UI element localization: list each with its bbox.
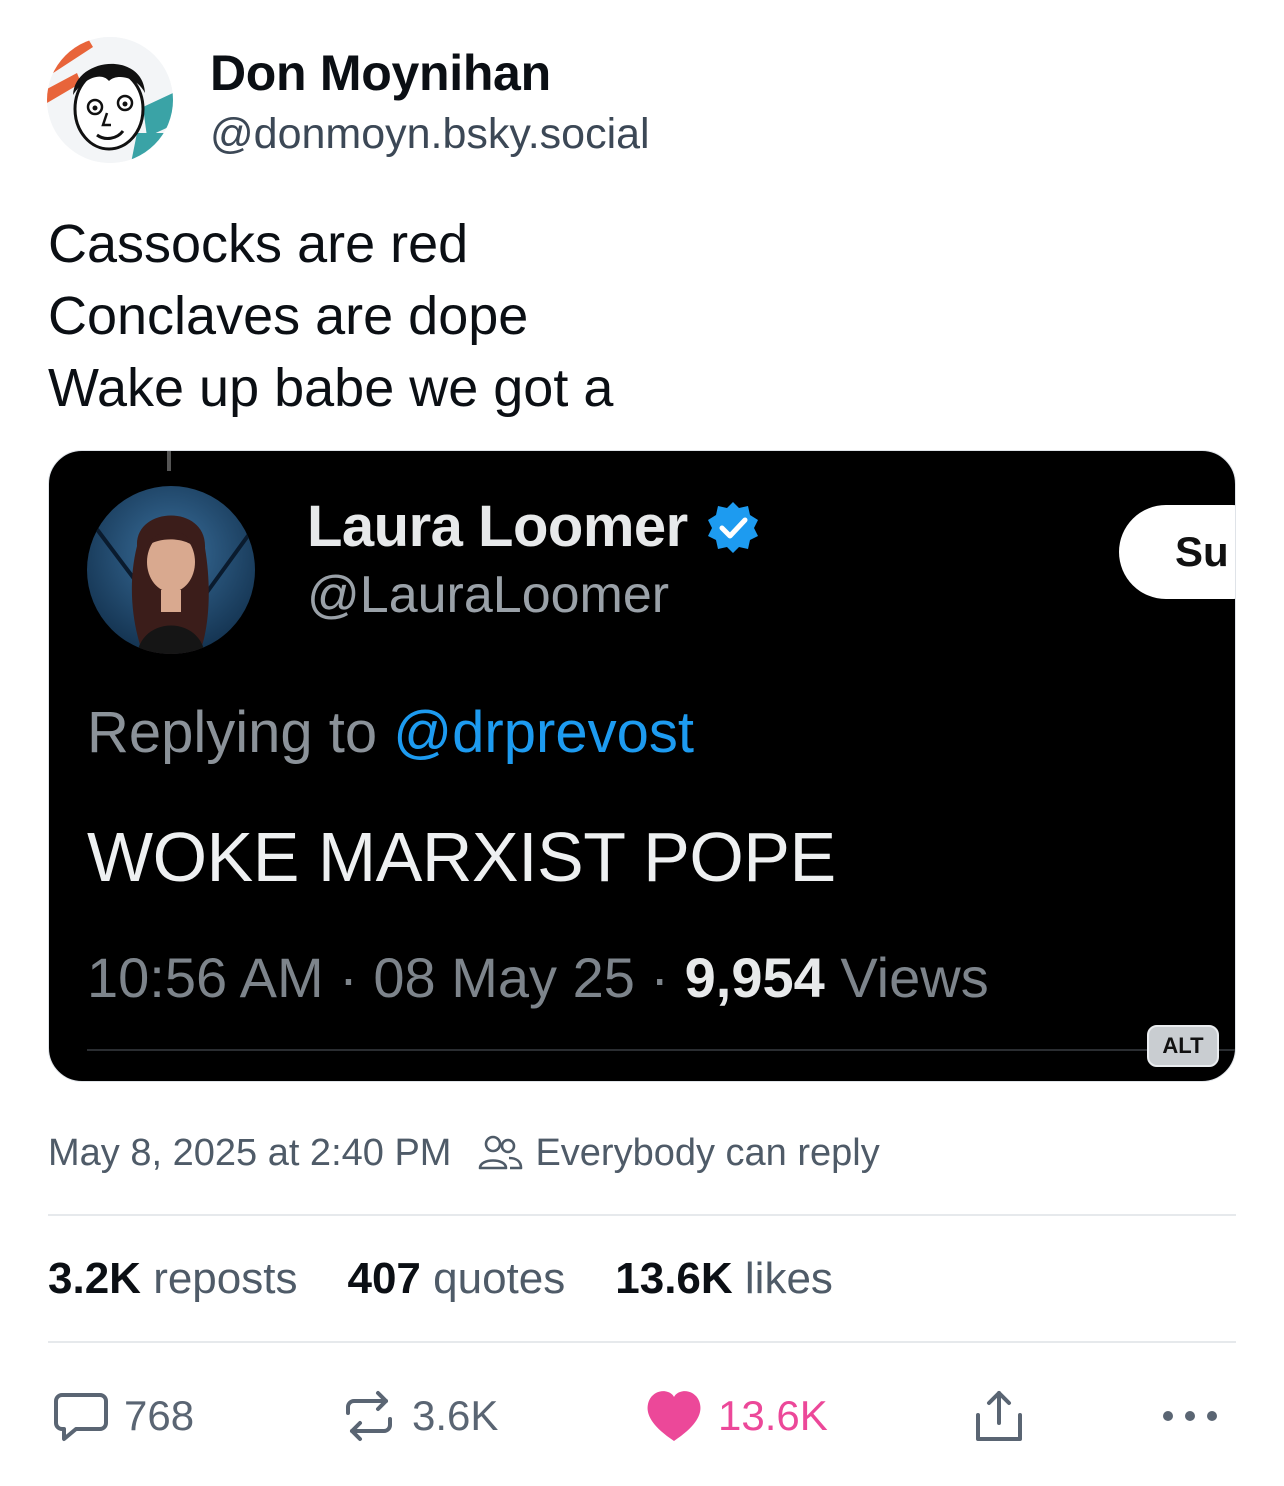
divider: [48, 1341, 1236, 1343]
quotes-label: quotes: [433, 1254, 566, 1303]
reposts-count: 3.2K: [48, 1254, 141, 1303]
embed-avatar: [87, 486, 255, 654]
like-button[interactable]: 13.6K: [644, 1380, 828, 1452]
repost-icon: [346, 1391, 392, 1441]
embed-author-name: Laura Loomer: [307, 493, 760, 560]
embed-views-label: Views: [824, 946, 989, 1009]
post-timestamp-row: May 8, 2025 at 2:40 PM Everybody can rep…: [48, 1130, 880, 1176]
embed-reply-mention: @drprevost: [393, 700, 694, 765]
embed-replying-to: Replying to @drprevost: [87, 699, 694, 766]
reposts-label: reposts: [153, 1254, 298, 1303]
post-page: Don Moynihan @donmoyn.bsky.social Cassoc…: [0, 0, 1284, 1486]
quotes-stat[interactable]: 407 quotes: [347, 1254, 565, 1304]
author-handle[interactable]: @donmoyn.bsky.social: [210, 110, 650, 159]
divider: [48, 1214, 1236, 1216]
embed-author-handle: @LauraLoomer: [307, 566, 670, 624]
reply-button[interactable]: 768: [52, 1380, 194, 1452]
repost-count: 3.6K: [412, 1392, 499, 1439]
embed-reply-prefix: Replying to: [87, 700, 394, 765]
share-icon: [976, 1391, 1022, 1441]
alt-text-button[interactable]: ALT: [1147, 1025, 1219, 1067]
post-text-line: Cassocks are red: [48, 214, 469, 274]
more-options-button[interactable]: [1158, 1380, 1236, 1452]
author-name[interactable]: Don Moynihan: [210, 44, 551, 102]
people-icon: [479, 1135, 523, 1170]
embed-subscribe-label: Su: [1175, 528, 1229, 575]
embedded-image[interactable]: Laura Loomer @LauraLoomer Su Replying to…: [48, 450, 1236, 1082]
repost-button[interactable]: 3.6K: [340, 1380, 498, 1452]
embed-views-count: 9,954: [684, 946, 825, 1009]
post-text: Cassocks are red Conclaves are dope Wake…: [48, 208, 613, 424]
embed-author-name-text: Laura Loomer: [307, 494, 688, 559]
like-count: 13.6K: [718, 1392, 828, 1439]
quotes-count: 407: [347, 1254, 421, 1303]
heart-filled-icon: [647, 1391, 701, 1441]
embed-subscribe-button: Su: [1119, 505, 1235, 599]
reposts-stat[interactable]: 3.2K reposts: [48, 1254, 297, 1304]
reply-icon: [54, 1393, 108, 1441]
more-dots-icon: [1163, 1411, 1217, 1421]
embed-divider: [87, 1049, 1235, 1051]
embed-post-text: WOKE MARXIST POPE: [87, 818, 836, 896]
likes-count: 13.6K: [615, 1254, 733, 1303]
action-bar: 768 3.6K 13.6K: [48, 1380, 1236, 1452]
likes-label: likes: [744, 1254, 833, 1303]
post-timestamp: May 8, 2025 at 2:40 PM: [48, 1131, 452, 1174]
embed-meta-time: 10:56 AM · 08 May 25 ·: [87, 946, 685, 1009]
post-text-line: Conclaves are dope: [48, 286, 529, 346]
embed-meta: 10:56 AM · 08 May 25 · 9,954 Views: [87, 945, 989, 1010]
post-text-line: Wake up babe we got a: [48, 358, 614, 418]
post-stats: 3.2K reposts 407 quotes 13.6K likes: [48, 1254, 883, 1304]
reply-count: 768: [124, 1392, 195, 1439]
verified-badge-icon: [707, 501, 758, 553]
reply-setting[interactable]: Everybody can reply: [535, 1132, 879, 1175]
image-crop-artifact: [167, 451, 171, 471]
share-button[interactable]: [970, 1380, 1042, 1452]
author-avatar[interactable]: [47, 37, 173, 163]
likes-stat[interactable]: 13.6K likes: [615, 1254, 833, 1304]
